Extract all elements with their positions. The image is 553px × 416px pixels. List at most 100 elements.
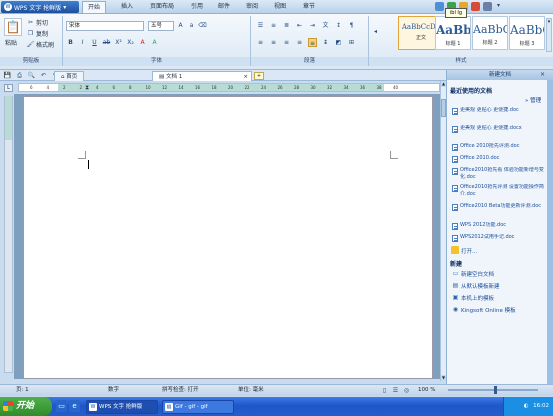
tab-home[interactable]: ⌂ 首页 [54, 71, 85, 81]
recent-file-link[interactable]: Office2010抢先评测 设置功能操作简介.doc [460, 184, 546, 198]
new-document-link[interactable]: 本机上的模板 [461, 294, 494, 302]
shrink-font-icon[interactable]: a [187, 21, 196, 30]
app-menu-button[interactable]: W WPS 文字 抢鲜版 ▾ [1, 1, 79, 13]
show-desktop-icon[interactable]: ▭ [56, 400, 67, 412]
document-icon [452, 168, 458, 175]
print-icon[interactable]: ⎙ [15, 71, 24, 80]
web-view-icon[interactable]: ◎ [402, 386, 411, 395]
recent-file-link[interactable]: Office 2010.doc [460, 155, 546, 162]
paste-button[interactable]: 📋 [4, 18, 22, 36]
bullet-list-icon[interactable]: ☰ [256, 21, 265, 30]
document-page[interactable] [23, 96, 433, 379]
font-button[interactable]: A [150, 38, 159, 47]
undo-icon[interactable]: ↶ [39, 71, 48, 80]
zoom-slider-track[interactable] [448, 389, 538, 391]
style-option[interactable]: AaBbC 标题 2 [472, 16, 508, 50]
font-button[interactable]: ab [102, 38, 111, 47]
menu-tab[interactable]: 引用 [186, 1, 208, 13]
page-indicator[interactable]: 页: 1 [16, 385, 29, 396]
settings-icon[interactable] [483, 2, 492, 11]
style-option[interactable]: AaBb 标题 1 [435, 16, 471, 50]
decrease-indent-icon[interactable]: ⇤ [295, 21, 304, 30]
show-marks-icon[interactable]: ¶ [347, 21, 356, 30]
justify-icon[interactable]: ≡ [295, 38, 304, 47]
clipboard-icon: 📋 [5, 20, 21, 34]
menu-tab[interactable]: 视图 [269, 1, 291, 13]
font-button[interactable]: U [90, 38, 99, 47]
tray-network-icon[interactable]: ◐ [524, 403, 529, 409]
menu-tab[interactable]: 章节 [298, 1, 320, 13]
stop-icon[interactable] [471, 2, 480, 11]
print-preview-icon[interactable]: 🔍 [27, 71, 36, 80]
menu-tab[interactable]: 开始 [82, 1, 107, 13]
font-button[interactable]: X₂ [126, 38, 135, 47]
sort-icon[interactable]: ↕ [334, 21, 343, 30]
font-button[interactable]: A [138, 38, 147, 47]
style-gallery-left-icon[interactable]: ◂ [374, 28, 377, 35]
styles-more-button[interactable]: ▾ [546, 18, 552, 52]
recent-file-link[interactable]: WPS 2012功能.doc [460, 222, 546, 229]
recent-file-link[interactable]: 更美观 更贴心 更便捷.docx [460, 125, 546, 139]
recent-file-link[interactable]: Office 2010抢先评测.doc [460, 143, 546, 150]
line-spacing-icon[interactable]: ↨ [321, 38, 330, 47]
tab-document-1[interactable]: ▤ 文档 1 × [152, 71, 252, 81]
chevron-down-icon[interactable]: ▾ [497, 2, 500, 9]
recent-file-link[interactable]: Office2010 Beta功能更新评测.doc [460, 203, 546, 217]
align-left-icon[interactable]: ≡ [256, 38, 265, 47]
home-icon[interactable] [435, 2, 444, 11]
status-spell-check[interactable]: 拼写检查: 打开 [162, 385, 199, 396]
new-document-link[interactable]: 从默认模板新建 [461, 282, 500, 290]
recent-file-link[interactable]: Office2010抢先看 体验功能新增与变化.doc [460, 167, 546, 181]
copy-button[interactable]: ❐ 复制 [26, 29, 48, 38]
menu-tab[interactable]: 插入 [116, 1, 138, 13]
menu-tab[interactable]: 审阅 [241, 1, 263, 13]
ruler-tick-label: 30 [310, 85, 316, 90]
internet-explorer-icon[interactable]: e [69, 400, 80, 412]
style-option[interactable]: AaBbC 标题 3 [509, 16, 545, 50]
taskbar-button[interactable]: ▧ Gif - gif - gif [162, 400, 234, 414]
pane-close-icon[interactable]: × [540, 71, 545, 78]
font-button[interactable]: B [66, 38, 75, 47]
page-view-icon[interactable]: ▯ [380, 386, 389, 395]
tab-selector-button[interactable]: L [4, 84, 13, 92]
indent-marker-icon[interactable]: ⧗ [85, 83, 90, 92]
font-button[interactable]: I [78, 38, 87, 47]
tab-home-label: 首页 [66, 74, 78, 80]
open-link[interactable]: 打开... [461, 247, 477, 255]
align-center-icon[interactable]: ≡ [269, 38, 278, 47]
distributed-icon[interactable]: ≡ [308, 38, 317, 47]
status-unit[interactable]: 单位: 毫米 [238, 385, 264, 396]
save-icon[interactable]: 💾 [3, 71, 12, 80]
shading-icon[interactable]: ◩ [334, 38, 343, 47]
format-painter-button[interactable]: 🖌 格式刷 [26, 40, 54, 49]
status-num-lock: 数字 [108, 387, 120, 393]
recent-file-link[interactable]: 更美观 更贴心 更便捷.doc [460, 107, 546, 121]
start-button[interactable]: 开始 [0, 397, 52, 416]
increase-indent-icon[interactable]: ⇥ [308, 21, 317, 30]
new-document-link[interactable]: Kingsoft Online 模板 [461, 306, 516, 314]
new-document-link[interactable]: 新建空白文档 [461, 270, 494, 278]
menu-tab[interactable]: 邮件 [213, 1, 235, 13]
paste-label: 粘贴 [5, 40, 18, 47]
recent-file-link[interactable]: WPS2012试用手记.doc [460, 234, 546, 241]
chinese-layout-icon[interactable]: 文 [321, 21, 330, 30]
new-tab-button[interactable]: + [254, 72, 264, 80]
close-tab-icon[interactable]: × [243, 72, 248, 82]
font-button[interactable]: X² [114, 38, 123, 47]
outline-view-icon[interactable]: ☰ [391, 386, 400, 395]
borders-icon[interactable]: ⊞ [347, 38, 356, 47]
multilevel-list-icon[interactable]: ≣ [282, 21, 291, 30]
font-name-select[interactable]: 宋体 [66, 21, 144, 31]
numbered-list-icon[interactable]: ≡ [269, 21, 278, 30]
align-right-icon[interactable]: ≡ [282, 38, 291, 47]
zoom-slider-thumb[interactable] [494, 386, 498, 394]
clear-format-icon[interactable]: ⌫ [198, 21, 207, 30]
manage-link[interactable]: » 管理 [525, 96, 541, 104]
menu-tab[interactable]: 页面布局 [145, 1, 179, 13]
taskbar-button[interactable]: W WPS 文字 抢鲜版 [86, 400, 158, 414]
cut-button[interactable]: ✂ 剪切 [26, 18, 48, 27]
ruler-tick-label: 4 [96, 85, 99, 90]
grow-font-icon[interactable]: A [176, 21, 185, 30]
font-size-select[interactable]: 五号 [148, 21, 174, 31]
zoom-level[interactable]: 100 % [418, 385, 435, 396]
